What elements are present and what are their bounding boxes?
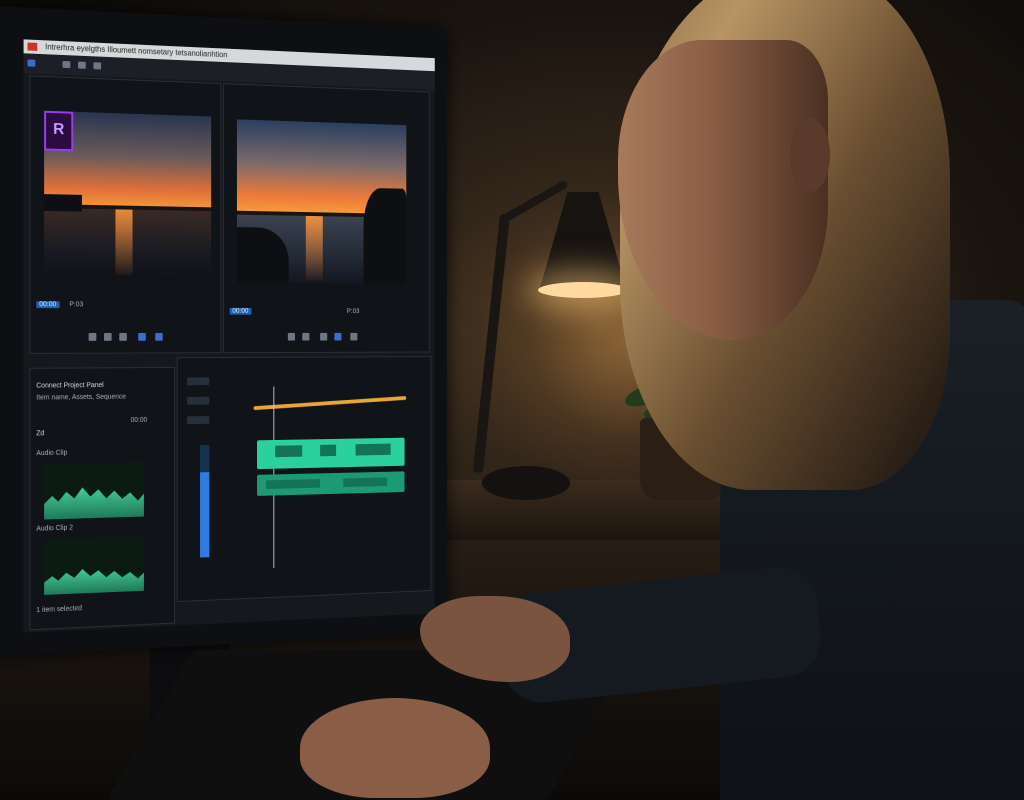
track-header[interactable] (187, 377, 210, 386)
timeline-marker-bar[interactable] (253, 396, 407, 411)
audio-clip[interactable] (257, 471, 405, 496)
audio-clip-thumbnail[interactable] (44, 536, 144, 595)
program-label: P:03 (346, 308, 360, 315)
stop-button[interactable] (320, 332, 328, 341)
tool-icon[interactable] (62, 60, 71, 69)
app-logo: R (44, 110, 74, 152)
step-back-button[interactable] (88, 332, 97, 341)
audio-level-meter (200, 445, 210, 558)
source-label: P:03 (69, 301, 84, 309)
project-panel-title: Connect Project Panel (36, 382, 104, 390)
track-header[interactable] (187, 396, 210, 405)
lamp-bulb (538, 282, 628, 298)
overwrite-button[interactable] (155, 332, 163, 341)
track-header[interactable] (187, 416, 210, 425)
tool-icon[interactable] (27, 59, 36, 67)
person-left-hand (300, 698, 490, 798)
export-frame-button[interactable] (350, 332, 358, 341)
tool-icon[interactable] (93, 62, 102, 70)
source-timecode-bar: 00:00 P:03 (36, 301, 215, 311)
project-panel-footer: 1 item selected (36, 605, 82, 615)
editing-app-screen: Intrerhra eyelgths Illoumett nomsetary t… (23, 39, 435, 633)
source-timecode: 00:00 (36, 301, 60, 309)
video-clip[interactable] (257, 437, 405, 470)
person-ear (790, 118, 830, 192)
step-forward-button[interactable] (119, 332, 127, 341)
source-monitor[interactable]: R 00:00 P:03 (29, 75, 222, 354)
photo-scene: Intrerhra eyelgths Illoumett nomsetary t… (0, 0, 1024, 800)
play-button[interactable] (103, 332, 112, 341)
app-icon (27, 42, 38, 51)
lamp-base (482, 466, 570, 500)
timeline-panel[interactable] (176, 356, 432, 603)
program-timecode-bar: 00:00 P:03 (229, 307, 424, 318)
project-item-label: Audio Clip (36, 449, 68, 458)
project-panel-subtitle: Item name, Assets, Sequence (36, 393, 126, 402)
project-item-label: Audio Clip 2 (36, 524, 73, 533)
tool-icon[interactable] (78, 61, 86, 69)
project-row-value: 00:00 (130, 416, 148, 424)
audio-clip-thumbnail[interactable] (44, 461, 144, 520)
project-row-label: Zd (36, 430, 45, 438)
mark-in-button[interactable] (287, 332, 296, 341)
project-panel[interactable]: Connect Project Panel Item name, Assets,… (29, 366, 175, 631)
play-button[interactable] (302, 332, 310, 341)
program-timecode: 00:00 (229, 307, 252, 315)
monitor: Intrerhra eyelgths Illoumett nomsetary t… (0, 6, 447, 656)
program-frame (236, 119, 407, 285)
insert-button[interactable] (138, 332, 146, 341)
program-monitor[interactable]: 00:00 P:03 (223, 83, 430, 354)
audio-level-fill (200, 471, 210, 558)
lift-button[interactable] (334, 332, 342, 341)
